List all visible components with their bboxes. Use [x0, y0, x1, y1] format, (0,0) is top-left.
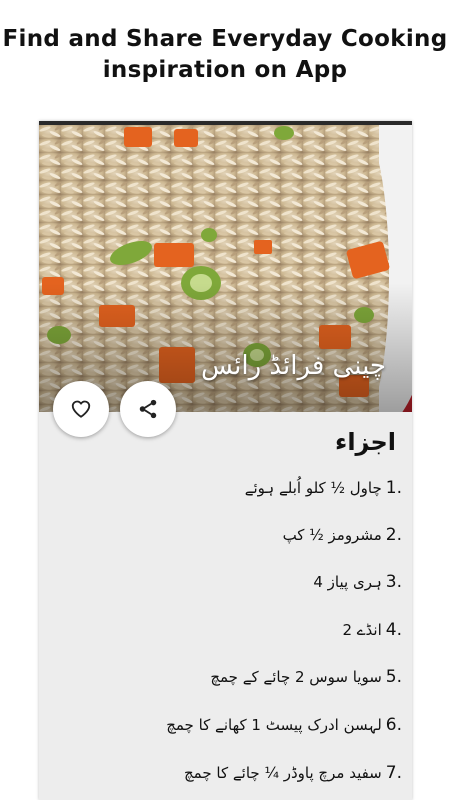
ingredient-item: 6. لہسن ادرک پیسٹ 1 کھانے کا چمچ	[166, 712, 402, 738]
ingredient-number: 4.	[385, 620, 402, 640]
ingredient-text: سویا سوس 2 چائے کے چمچ	[210, 668, 382, 686]
ingredient-text: لہسن ادرک پیسٹ 1 کھانے کا چمچ	[166, 716, 382, 734]
ingredient-number: 6.	[385, 715, 402, 735]
recipe-image: چینی فرائڈ رائس	[39, 125, 412, 412]
promo-headline: Find and Share Everyday Cooking inspirat…	[0, 24, 450, 86]
ingredient-number: 5.	[385, 667, 402, 687]
promo-line-1: Find and Share Everyday Cooking	[2, 26, 448, 52]
ingredient-item: 5. سویا سوس 2 چائے کے چمچ	[210, 664, 402, 690]
ingredient-text: مشرومز ½ کپ	[282, 526, 382, 544]
ingredient-number: 2.	[385, 525, 402, 545]
ingredient-item: 1. چاول ½ کلو اُبلے ہوئے	[245, 475, 402, 501]
ingredients-heading: اجزاء	[335, 428, 396, 456]
ingredient-item: 3. ہری پیاز 4	[313, 569, 402, 595]
recipe-title: چینی فرائڈ رائس	[200, 351, 386, 381]
ingredient-item: 2. مشرومز ½ کپ	[283, 522, 402, 548]
ingredient-item: 4. انڈے 2	[342, 617, 402, 643]
ingredient-text: انڈے 2	[342, 621, 382, 639]
ingredient-number: 7.	[385, 763, 402, 783]
ingredient-item: 7. سفید مرچ پاوڈر ¼ چائے کا چمچ	[184, 760, 402, 786]
ingredient-number: 3.	[385, 572, 402, 592]
ingredient-number: 1.	[385, 478, 402, 498]
promo-line-2: inspiration on App	[102, 57, 348, 83]
ingredient-text: چاول ½ کلو اُبلے ہوئے	[244, 479, 382, 497]
app-screen: چینی فرائڈ رائس اجزاء 1. چاول ½ کلو اُبل…	[39, 121, 412, 800]
ingredient-text: ہری پیاز 4	[313, 573, 382, 591]
ingredient-text: سفید مرچ پاوڈر ¼ چائے کا چمچ	[184, 764, 382, 782]
ingredients-section: اجزاء 1. چاول ½ کلو اُبلے ہوئے 2. مشرومز…	[39, 412, 412, 800]
